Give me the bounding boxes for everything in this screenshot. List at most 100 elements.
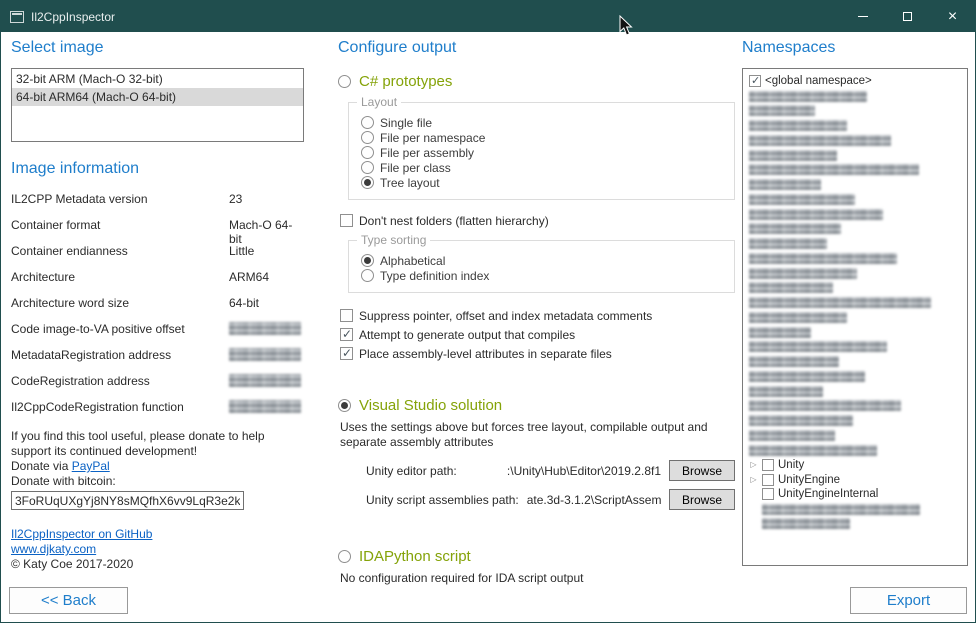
radio-icon [338, 550, 351, 563]
namespace-item-redacted[interactable] [743, 148, 967, 163]
radio-icon [361, 176, 374, 189]
type-sorting-option[interactable]: Alphabetical [361, 253, 724, 268]
unity-script-path-label: Unity script assemblies path: [366, 493, 519, 507]
namespace-item-redacted[interactable] [743, 104, 967, 119]
titlebar[interactable]: Il2CppInspector × [1, 1, 975, 32]
namespace-item-redacted[interactable] [743, 192, 967, 207]
namespace-item-redacted[interactable] [743, 177, 967, 192]
namespace-item-redacted[interactable] [743, 354, 967, 369]
namespace-item-redacted[interactable] [743, 118, 967, 133]
image-list-item[interactable]: 32-bit ARM (Mach-O 32-bit) [12, 70, 303, 88]
checkbox-label: Suppress pointer, offset and index metad… [359, 309, 652, 323]
namespace-item-redacted[interactable] [743, 222, 967, 237]
info-value: Mach-O 64-bit [229, 218, 304, 246]
expander-icon[interactable]: ▷ [749, 476, 758, 484]
info-label: CodeRegistration address [11, 374, 229, 388]
github-link[interactable]: Il2CppInspector on GitHub [11, 527, 152, 541]
layout-option[interactable]: File per assembly [361, 145, 724, 160]
type-sorting-option[interactable]: Type definition index [361, 268, 724, 283]
radio-icon [338, 75, 351, 88]
namespace-item-redacted[interactable] [743, 89, 967, 104]
namespace-item-redacted[interactable] [743, 236, 967, 251]
info-value: Little [229, 244, 304, 258]
redacted-namespace [762, 504, 920, 515]
layout-option[interactable]: Single file [361, 115, 724, 130]
namespace-item-redacted[interactable] [743, 443, 967, 458]
website-link[interactable]: www.djkaty.com [11, 542, 96, 556]
namespace-item-redacted[interactable] [743, 251, 967, 266]
namespace-checkbox[interactable] [762, 474, 774, 486]
output-option-checkbox[interactable]: Suppress pointer, offset and index metad… [340, 309, 735, 323]
namespace-checkbox[interactable] [749, 75, 761, 87]
idapython-radio[interactable]: IDAPython script [338, 548, 735, 565]
namespace-item-redacted[interactable] [743, 369, 967, 384]
namespaces-listbox[interactable]: <global namespace> ▷Unity▷UnityEngineUnit… [742, 68, 968, 566]
namespace-item-redacted[interactable] [743, 428, 967, 443]
namespace-item-redacted[interactable] [743, 281, 967, 296]
namespace-item[interactable]: ▷Unity [743, 458, 967, 473]
namespace-item[interactable]: ▷UnityEngine [743, 472, 967, 487]
close-icon: × [948, 9, 957, 25]
redacted-namespace [749, 238, 827, 249]
redacted-namespace [749, 209, 883, 220]
checkbox-icon [340, 214, 353, 227]
namespace-checkbox[interactable] [762, 488, 774, 500]
namespace-item-redacted[interactable] [743, 163, 967, 178]
redacted-namespace [749, 91, 867, 102]
option-label: File per assembly [380, 146, 474, 160]
image-listbox[interactable]: 32-bit ARM (Mach-O 32-bit)64-bit ARM64 (… [11, 68, 304, 142]
redacted-namespace [749, 297, 931, 308]
redacted-namespace [762, 518, 850, 529]
namespace-item[interactable]: <global namespace> [743, 74, 967, 89]
namespace-item-redacted[interactable] [743, 310, 967, 325]
namespace-item-redacted[interactable] [743, 399, 967, 414]
csharp-prototypes-radio[interactable]: C# prototypes [338, 73, 735, 90]
bitcoin-address-input[interactable] [11, 491, 244, 510]
namespace-item-redacted[interactable] [743, 207, 967, 222]
redacted-namespace [749, 135, 891, 146]
browse-script-path-button[interactable]: Browse [669, 489, 735, 510]
namespace-item-redacted[interactable] [743, 384, 967, 399]
namespace-item[interactable]: UnityEngineInternal [743, 487, 967, 502]
redacted-namespace [749, 386, 823, 397]
namespace-item-redacted[interactable] [743, 517, 967, 532]
layout-option[interactable]: File per namespace [361, 130, 724, 145]
donate-via-line: Donate via PayPal [11, 459, 304, 474]
flatten-checkbox[interactable]: Don't nest folders (flatten hierarchy) [340, 214, 735, 228]
paypal-link[interactable]: PayPal [72, 459, 110, 473]
image-info-heading: Image information [11, 158, 304, 180]
layout-option[interactable]: File per class [361, 160, 724, 175]
image-list-item[interactable]: 64-bit ARM64 (Mach-O 64-bit) [12, 88, 303, 106]
export-button[interactable]: Export [850, 587, 967, 614]
expander-icon[interactable]: ▷ [749, 461, 758, 469]
redacted-namespace [749, 164, 919, 175]
info-label: Architecture [11, 270, 229, 284]
mouse-cursor [619, 15, 634, 37]
radio-icon [361, 116, 374, 129]
namespace-item-redacted[interactable] [743, 502, 967, 517]
redacted-value [229, 348, 301, 361]
namespaces-panel: Namespaces <global namespace>▷Unity▷Unit… [742, 37, 968, 566]
redacted-namespace [749, 253, 897, 264]
output-option-checkbox[interactable]: Place assembly-level attributes in separ… [340, 347, 735, 361]
namespace-item-redacted[interactable] [743, 413, 967, 428]
radio-icon [361, 254, 374, 267]
donate-text: If you find this tool useful, please don… [11, 429, 291, 459]
namespace-item-redacted[interactable] [743, 266, 967, 281]
namespace-item-redacted[interactable] [743, 295, 967, 310]
window-controls: × [840, 1, 975, 32]
namespace-item-redacted[interactable] [743, 325, 967, 340]
minimize-button[interactable] [840, 1, 885, 32]
close-button[interactable]: × [930, 1, 975, 32]
namespace-checkbox[interactable] [762, 459, 774, 471]
visual-studio-radio[interactable]: Visual Studio solution [338, 397, 735, 414]
namespace-item-redacted[interactable] [743, 340, 967, 355]
layout-option[interactable]: Tree layout [361, 175, 724, 190]
redacted-namespace [749, 105, 815, 116]
back-button[interactable]: << Back [9, 587, 128, 614]
namespace-item-redacted[interactable] [743, 133, 967, 148]
output-option-checkbox[interactable]: Attempt to generate output that compiles [340, 328, 735, 342]
maximize-button[interactable] [885, 1, 930, 32]
browse-editor-path-button[interactable]: Browse [669, 460, 735, 481]
info-value [229, 322, 304, 338]
